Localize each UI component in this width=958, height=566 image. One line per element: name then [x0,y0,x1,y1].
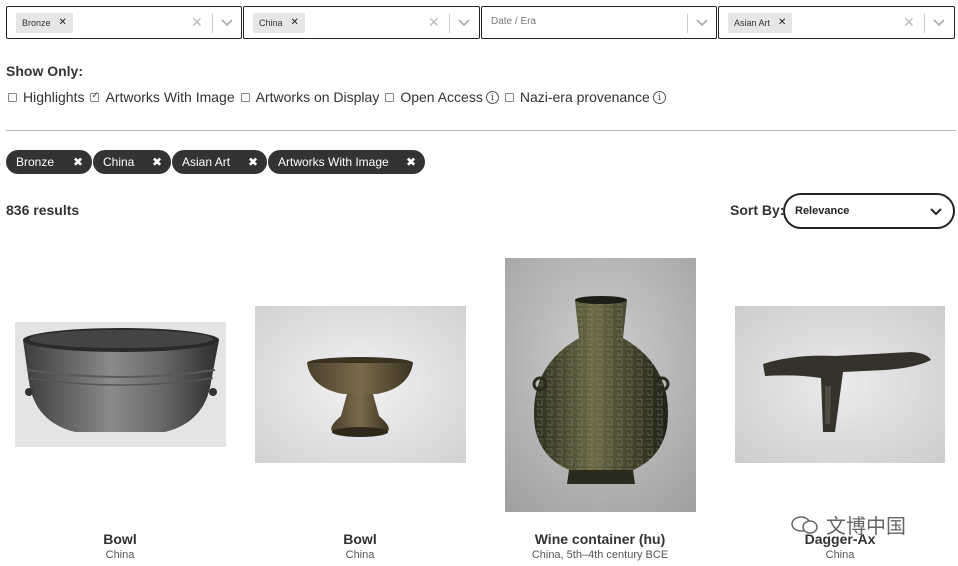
artwork-image[interactable] [505,258,696,512]
checkbox[interactable] [8,92,17,102]
date-era-filter[interactable]: Date / Era [481,6,717,39]
info-icon[interactable]: i [485,90,499,104]
artwork-image[interactable] [15,322,226,447]
active-filters: Bronze ✖ China ✖ Asian Art ✖ Artworks With … [6,150,426,174]
chevron-down-icon[interactable] [932,15,946,29]
department-filter-chip[interactable]: Asian Art ✕ [728,13,793,33]
show-only-heading: Show Only: [6,63,83,79]
sort-select[interactable]: Relevance [783,193,955,229]
artwork-title[interactable]: Bowl [240,531,480,547]
show-only-options: Highlights Artworks With Image Artworks … [8,88,672,106]
active-filter-pill[interactable]: Bronze ✖ [6,150,92,174]
option-open-access[interactable]: Open Access i [385,89,499,105]
checkbox[interactable] [385,92,395,102]
remove-filter-icon[interactable]: ✖ [73,155,83,169]
artwork-image[interactable] [255,306,466,463]
remove-chip-icon[interactable]: ✕ [291,13,299,33]
chevron-down-icon[interactable] [695,15,709,29]
artwork-subtitle: China [825,549,855,561]
option-artworks-on-display[interactable]: Artworks on Display [240,89,379,105]
geo-filter-chip[interactable]: China ✕ [253,13,305,33]
remove-filter-icon[interactable]: ✖ [406,155,416,169]
chevron-down-icon[interactable] [220,15,234,29]
remove-chip-icon[interactable]: ✕ [59,13,67,33]
remove-filter-icon[interactable]: ✖ [248,155,258,169]
chevron-down-icon [930,208,942,216]
material-filter[interactable]: Bronze ✕ ✕ [6,6,242,39]
remove-filter-icon[interactable]: ✖ [152,155,162,169]
option-nazi-era-provenance[interactable]: Nazi-era provenance i [504,89,666,105]
chevron-down-icon[interactable] [457,15,471,29]
active-filter-pill[interactable]: China ✖ [93,150,171,174]
artwork-title[interactable]: Bowl [0,531,240,547]
results-count: 836 results [6,202,80,218]
artwork-image[interactable] [735,306,945,463]
material-filter-chip[interactable]: Bronze ✕ [16,13,73,33]
artwork-title[interactable]: Wine container (hu) [480,531,720,547]
clear-icon[interactable]: ✕ [191,14,203,31]
department-filter[interactable]: Asian Art ✕ ✕ [718,6,955,39]
sort-label: Sort By: [730,202,785,218]
info-icon[interactable]: i [652,90,666,104]
active-filter-pill[interactable]: Asian Art ✖ [172,150,267,174]
artwork-subtitle: China [105,549,135,561]
geo-filter[interactable]: China ✕ ✕ [243,6,480,39]
clear-icon[interactable]: ✕ [428,14,440,31]
clear-icon[interactable]: ✕ [903,14,915,31]
divider [6,130,956,131]
chat-logo-icon [791,515,818,534]
remove-chip-icon[interactable]: ✕ [778,13,786,33]
watermark: 文博中国 [790,510,906,539]
option-artworks-with-image[interactable]: Artworks With Image [90,89,235,105]
checkbox[interactable] [504,92,514,102]
checkbox[interactable] [90,90,100,102]
active-filter-pill[interactable]: Artworks With Image ✖ [268,150,425,174]
artwork-subtitle: China, 5th–4th century BCE [531,549,669,561]
artwork-subtitle: China [345,549,375,561]
filter-bar: Bronze ✕ ✕ China ✕ ✕ Date / Era Asian Art ✕… [6,6,956,39]
option-highlights[interactable]: Highlights [8,89,84,105]
checkbox[interactable] [240,92,250,102]
